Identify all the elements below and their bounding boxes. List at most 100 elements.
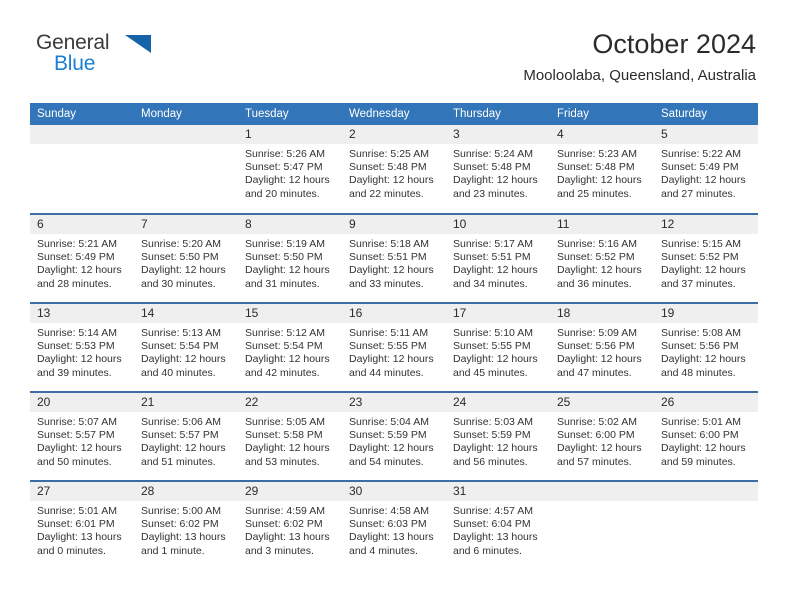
calendar-day-cell[interactable]: 15 Sunrise: 5:12 AM Sunset: 5:54 PM Dayl…	[238, 302, 342, 392]
sunrise-text: Sunrise: 4:59 AM	[245, 505, 325, 517]
daylight-text: Daylight: 12 hours and 40 minutes.	[141, 353, 226, 379]
day-details: Sunrise: 5:22 AM Sunset: 5:49 PM Dayligh…	[654, 144, 758, 201]
day-number: 18	[550, 304, 654, 323]
weekday-header-tuesday: Tuesday	[238, 103, 342, 125]
sunrise-text: Sunrise: 5:24 AM	[453, 148, 533, 160]
calendar-day-cell[interactable]: 13 Sunrise: 5:14 AM Sunset: 5:53 PM Dayl…	[30, 302, 134, 392]
calendar-day-cell[interactable]: 29 Sunrise: 4:59 AM Sunset: 6:02 PM Dayl…	[238, 480, 342, 570]
day-number: 2	[342, 125, 446, 144]
day-details	[134, 144, 238, 148]
daylight-text: Daylight: 12 hours and 23 minutes.	[453, 174, 538, 200]
sunrise-text: Sunrise: 5:17 AM	[453, 238, 533, 250]
sunset-text: Sunset: 5:57 PM	[141, 429, 219, 442]
calendar-day-cell[interactable]: 12 Sunrise: 5:15 AM Sunset: 5:52 PM Dayl…	[654, 213, 758, 303]
day-number: 16	[342, 304, 446, 323]
day-details: Sunrise: 5:26 AM Sunset: 5:47 PM Dayligh…	[238, 144, 342, 201]
day-details: Sunrise: 5:07 AM Sunset: 5:57 PM Dayligh…	[30, 412, 134, 469]
calendar-day-cell[interactable]: 25 Sunrise: 5:02 AM Sunset: 6:00 PM Dayl…	[550, 391, 654, 481]
sunrise-text: Sunrise: 5:03 AM	[453, 416, 533, 428]
calendar-day-cell[interactable]: 27 Sunrise: 5:01 AM Sunset: 6:01 PM Dayl…	[30, 480, 134, 570]
calendar-day-cell[interactable]: 23 Sunrise: 5:04 AM Sunset: 5:59 PM Dayl…	[342, 391, 446, 481]
day-number: 3	[446, 125, 550, 144]
daylight-text: Daylight: 12 hours and 34 minutes.	[453, 264, 538, 290]
sunrise-text: Sunrise: 5:22 AM	[661, 148, 741, 160]
day-number: 6	[30, 215, 134, 234]
calendar-day-cell[interactable]: 22 Sunrise: 5:05 AM Sunset: 5:58 PM Dayl…	[238, 391, 342, 481]
calendar-day-cell[interactable]: 16 Sunrise: 5:11 AM Sunset: 5:55 PM Dayl…	[342, 302, 446, 392]
sunset-text: Sunset: 5:56 PM	[557, 340, 635, 353]
weekday-header-friday: Friday	[550, 103, 654, 125]
sunset-text: Sunset: 5:58 PM	[245, 429, 323, 442]
calendar-day-cell[interactable]: 6 Sunrise: 5:21 AM Sunset: 5:49 PM Dayli…	[30, 213, 134, 303]
day-details: Sunrise: 5:24 AM Sunset: 5:48 PM Dayligh…	[446, 144, 550, 201]
day-number: 30	[342, 482, 446, 501]
calendar-day-cell[interactable]: 9 Sunrise: 5:18 AM Sunset: 5:51 PM Dayli…	[342, 213, 446, 303]
calendar-day-cell[interactable]: 21 Sunrise: 5:06 AM Sunset: 5:57 PM Dayl…	[134, 391, 238, 481]
calendar-day-cell[interactable]: 3 Sunrise: 5:24 AM Sunset: 5:48 PM Dayli…	[446, 125, 550, 214]
daylight-text: Daylight: 12 hours and 53 minutes.	[245, 442, 330, 468]
calendar-day-cell[interactable]	[550, 480, 654, 570]
calendar-day-cell[interactable]: 1 Sunrise: 5:26 AM Sunset: 5:47 PM Dayli…	[238, 125, 342, 214]
page-subtitle: Mooloolaba, Queensland, Australia	[523, 67, 756, 84]
day-details: Sunrise: 5:19 AM Sunset: 5:50 PM Dayligh…	[238, 234, 342, 291]
calendar-day-cell[interactable]: 5 Sunrise: 5:22 AM Sunset: 5:49 PM Dayli…	[654, 125, 758, 214]
calendar-day-cell[interactable]: 28 Sunrise: 5:00 AM Sunset: 6:02 PM Dayl…	[134, 480, 238, 570]
sunrise-text: Sunrise: 5:01 AM	[661, 416, 741, 428]
day-number: 13	[30, 304, 134, 323]
daylight-text: Daylight: 12 hours and 33 minutes.	[349, 264, 434, 290]
daylight-text: Daylight: 12 hours and 39 minutes.	[37, 353, 122, 379]
calendar-day-cell[interactable]: 31 Sunrise: 4:57 AM Sunset: 6:04 PM Dayl…	[446, 480, 550, 570]
sunrise-text: Sunrise: 5:09 AM	[557, 327, 637, 339]
day-details: Sunrise: 5:03 AM Sunset: 5:59 PM Dayligh…	[446, 412, 550, 469]
daylight-text: Daylight: 12 hours and 56 minutes.	[453, 442, 538, 468]
calendar-day-cell[interactable]: 2 Sunrise: 5:25 AM Sunset: 5:48 PM Dayli…	[342, 125, 446, 214]
daylight-text: Daylight: 12 hours and 48 minutes.	[661, 353, 746, 379]
day-details: Sunrise: 5:14 AM Sunset: 5:53 PM Dayligh…	[30, 323, 134, 380]
day-details: Sunrise: 4:58 AM Sunset: 6:03 PM Dayligh…	[342, 501, 446, 558]
sunset-text: Sunset: 5:56 PM	[661, 340, 739, 353]
sunrise-text: Sunrise: 5:18 AM	[349, 238, 429, 250]
calendar-day-cell[interactable]: 11 Sunrise: 5:16 AM Sunset: 5:52 PM Dayl…	[550, 213, 654, 303]
calendar-day-cell[interactable]: 4 Sunrise: 5:23 AM Sunset: 5:48 PM Dayli…	[550, 125, 654, 214]
sunset-text: Sunset: 5:55 PM	[349, 340, 427, 353]
sunset-text: Sunset: 6:00 PM	[557, 429, 635, 442]
calendar-day-cell[interactable]: 20 Sunrise: 5:07 AM Sunset: 5:57 PM Dayl…	[30, 391, 134, 481]
day-details: Sunrise: 5:04 AM Sunset: 5:59 PM Dayligh…	[342, 412, 446, 469]
daylight-text: Daylight: 12 hours and 20 minutes.	[245, 174, 330, 200]
sunrise-text: Sunrise: 5:13 AM	[141, 327, 221, 339]
daylight-text: Daylight: 12 hours and 36 minutes.	[557, 264, 642, 290]
day-number: 17	[446, 304, 550, 323]
daylight-text: Daylight: 13 hours and 6 minutes.	[453, 531, 538, 557]
calendar-day-cell[interactable]: 24 Sunrise: 5:03 AM Sunset: 5:59 PM Dayl…	[446, 391, 550, 481]
calendar-day-cell[interactable]	[30, 125, 134, 214]
weekday-header-wednesday: Wednesday	[342, 103, 446, 125]
sunrise-text: Sunrise: 5:15 AM	[661, 238, 741, 250]
calendar-day-cell[interactable]: 8 Sunrise: 5:19 AM Sunset: 5:50 PM Dayli…	[238, 213, 342, 303]
day-details: Sunrise: 5:16 AM Sunset: 5:52 PM Dayligh…	[550, 234, 654, 291]
daylight-text: Daylight: 12 hours and 31 minutes.	[245, 264, 330, 290]
day-number: 31	[446, 482, 550, 501]
calendar-day-cell[interactable]: 19 Sunrise: 5:08 AM Sunset: 5:56 PM Dayl…	[654, 302, 758, 392]
general-blue-logo[interactable]: General Blue	[36, 32, 186, 78]
sunrise-text: Sunrise: 5:06 AM	[141, 416, 221, 428]
calendar-day-cell[interactable]: 10 Sunrise: 5:17 AM Sunset: 5:51 PM Dayl…	[446, 213, 550, 303]
calendar-day-cell[interactable]: 26 Sunrise: 5:01 AM Sunset: 6:00 PM Dayl…	[654, 391, 758, 481]
day-number: 28	[134, 482, 238, 501]
day-number: 19	[654, 304, 758, 323]
day-number: 7	[134, 215, 238, 234]
sunset-text: Sunset: 5:57 PM	[37, 429, 115, 442]
calendar-day-cell[interactable]: 7 Sunrise: 5:20 AM Sunset: 5:50 PM Dayli…	[134, 213, 238, 303]
sunset-text: Sunset: 5:47 PM	[245, 161, 323, 174]
weekday-header-saturday: Saturday	[654, 103, 758, 125]
daylight-text: Daylight: 13 hours and 4 minutes.	[349, 531, 434, 557]
calendar-day-cell[interactable]: 18 Sunrise: 5:09 AM Sunset: 5:56 PM Dayl…	[550, 302, 654, 392]
calendar-day-cell[interactable]	[134, 125, 238, 214]
calendar-day-cell[interactable]: 30 Sunrise: 4:58 AM Sunset: 6:03 PM Dayl…	[342, 480, 446, 570]
title-block: October 2024 Mooloolaba, Queensland, Aus…	[523, 28, 756, 86]
calendar-day-cell[interactable]: 17 Sunrise: 5:10 AM Sunset: 5:55 PM Dayl…	[446, 302, 550, 392]
weekday-row: Sunday Monday Tuesday Wednesday Thursday…	[30, 103, 758, 125]
calendar-day-cell[interactable]: 14 Sunrise: 5:13 AM Sunset: 5:54 PM Dayl…	[134, 302, 238, 392]
sunset-text: Sunset: 5:52 PM	[557, 251, 635, 264]
day-number: 9	[342, 215, 446, 234]
calendar-day-cell[interactable]	[654, 480, 758, 570]
